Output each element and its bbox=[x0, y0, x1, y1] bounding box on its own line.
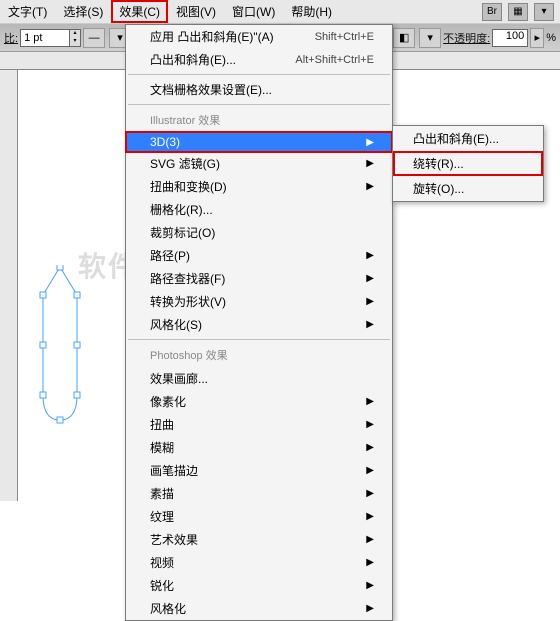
menu-item[interactable]: 3D(3) ▶ bbox=[126, 132, 392, 152]
menu-header-photoshop: Photoshop 效果 bbox=[126, 343, 392, 367]
style-icon[interactable]: ◧ bbox=[393, 28, 415, 48]
menu-item-shortcut: Alt+Shift+Ctrl+E bbox=[295, 54, 374, 66]
menu-text[interactable]: 文字(T) bbox=[0, 0, 55, 23]
bridge-icon[interactable]: Br bbox=[482, 3, 502, 21]
submenu-arrow-icon: ▶ bbox=[366, 442, 374, 453]
menu-item[interactable]: 路径(P) ▶ bbox=[126, 244, 392, 267]
menu-item[interactable]: SVG 滤镜(G) ▶ bbox=[126, 152, 392, 175]
menu-separator bbox=[128, 104, 390, 105]
submenu-3d: 凸出和斜角(E)...绕转(R)...旋转(O)... bbox=[392, 125, 544, 202]
menu-item-label: 风格化(S) bbox=[150, 316, 202, 333]
stroke-input[interactable]: 1 pt bbox=[20, 29, 70, 47]
menu-item-label: 纹理 bbox=[150, 508, 174, 525]
submenu-arrow-icon: ▶ bbox=[366, 603, 374, 614]
menu-item[interactable]: 艺术效果 ▶ bbox=[126, 528, 392, 551]
menu-select[interactable]: 选择(S) bbox=[55, 0, 111, 23]
submenu-arrow-icon: ▶ bbox=[366, 396, 374, 407]
submenu-item[interactable]: 旋转(O)... bbox=[393, 176, 543, 201]
layout-icon[interactable]: ▦ bbox=[508, 3, 528, 21]
menu-item[interactable]: 素描 ▶ bbox=[126, 482, 392, 505]
menu-apply-last[interactable]: 应用 凸出和斜角(E)"(A) Shift+Ctrl+E bbox=[126, 25, 392, 48]
submenu-arrow-icon: ▶ bbox=[366, 419, 374, 430]
menu-item-label: 效果画廊... bbox=[150, 370, 208, 387]
menu-item-label: 画笔描边 bbox=[150, 462, 198, 479]
menu-header-illustrator: Illustrator 效果 bbox=[126, 108, 392, 132]
submenu-arrow-icon: ▶ bbox=[366, 250, 374, 261]
menu-item[interactable]: 像素化 ▶ bbox=[126, 390, 392, 413]
submenu-arrow-icon: ▶ bbox=[366, 488, 374, 499]
ruler-vertical bbox=[0, 70, 18, 501]
submenu-arrow-icon: ▶ bbox=[366, 580, 374, 591]
stroke-label: 比: bbox=[4, 30, 18, 46]
menu-window[interactable]: 窗口(W) bbox=[224, 0, 283, 23]
submenu-arrow-icon: ▶ bbox=[366, 319, 374, 330]
menu-item-label: 模糊 bbox=[150, 439, 174, 456]
menu-item-label: 凸出和斜角(E)... bbox=[150, 51, 236, 68]
menu-item-label: 扭曲和变换(D) bbox=[150, 178, 227, 195]
menu-last-effect[interactable]: 凸出和斜角(E)... Alt+Shift+Ctrl+E bbox=[126, 48, 392, 71]
menu-item-label: 锐化 bbox=[150, 577, 174, 594]
submenu-arrow-icon: ▶ bbox=[366, 465, 374, 476]
menu-item[interactable]: 裁剪标记(O) bbox=[126, 221, 392, 244]
menu-item-label: 艺术效果 bbox=[150, 531, 198, 548]
menu-item-label: 裁剪标记(O) bbox=[150, 224, 215, 241]
menu-item[interactable]: 纹理 ▶ bbox=[126, 505, 392, 528]
menu-doc-raster[interactable]: 文档栅格效果设置(E)... bbox=[126, 78, 392, 101]
stroke-stepper[interactable]: ▴▾ bbox=[69, 29, 81, 47]
menu-item-label: 路径(P) bbox=[150, 247, 190, 264]
menu-separator bbox=[128, 74, 390, 75]
menu-item-label: 素描 bbox=[150, 485, 174, 502]
menu-effect[interactable]: 效果(C) bbox=[111, 0, 168, 23]
menu-item[interactable]: 栅格化(R)... bbox=[126, 198, 392, 221]
menu-item[interactable]: 效果画廊... bbox=[126, 367, 392, 390]
menu-item[interactable]: 扭曲和变换(D) ▶ bbox=[126, 175, 392, 198]
brush-icon[interactable]: — bbox=[83, 28, 105, 48]
chevron-down-icon[interactable]: ▾ bbox=[534, 3, 554, 21]
opacity-dropdown[interactable]: ▸ bbox=[530, 28, 544, 48]
menu-item-label: 文档栅格效果设置(E)... bbox=[150, 81, 272, 98]
menu-item[interactable]: 视频 ▶ bbox=[126, 551, 392, 574]
menu-item-label: SVG 滤镜(G) bbox=[150, 155, 220, 172]
opacity-input[interactable]: 100 bbox=[492, 29, 528, 47]
effect-menu: 应用 凸出和斜角(E)"(A) Shift+Ctrl+E 凸出和斜角(E)...… bbox=[125, 24, 393, 621]
submenu-item[interactable]: 凸出和斜角(E)... bbox=[393, 126, 543, 151]
submenu-arrow-icon: ▶ bbox=[366, 273, 374, 284]
menu-item[interactable]: 画笔描边 ▶ bbox=[126, 459, 392, 482]
menu-item-label: 栅格化(R)... bbox=[150, 201, 213, 218]
submenu-arrow-icon: ▶ bbox=[366, 511, 374, 522]
menu-item[interactable]: 风格化(S) ▶ bbox=[126, 313, 392, 336]
submenu-arrow-icon: ▶ bbox=[366, 181, 374, 192]
menu-item-label: 视频 bbox=[150, 554, 174, 571]
menu-item-label: 像素化 bbox=[150, 393, 186, 410]
menu-item[interactable]: 转换为形状(V) ▶ bbox=[126, 290, 392, 313]
selected-shape[interactable] bbox=[33, 265, 87, 425]
menu-item-label: 应用 凸出和斜角(E)"(A) bbox=[150, 28, 274, 45]
opacity-unit: % bbox=[546, 32, 556, 44]
menu-separator bbox=[128, 339, 390, 340]
menu-item[interactable]: 扭曲 ▶ bbox=[126, 413, 392, 436]
submenu-arrow-icon: ▶ bbox=[366, 158, 374, 169]
submenu-arrow-icon: ▶ bbox=[366, 137, 374, 148]
menu-item[interactable]: 风格化 ▶ bbox=[126, 597, 392, 620]
menubar-right: Br ▦ ▾ bbox=[482, 3, 560, 21]
menu-view[interactable]: 视图(V) bbox=[168, 0, 224, 23]
menu-item[interactable]: 锐化 ▶ bbox=[126, 574, 392, 597]
submenu-arrow-icon: ▶ bbox=[366, 296, 374, 307]
menu-item-label: 3D(3) bbox=[150, 135, 180, 149]
submenu-arrow-icon: ▶ bbox=[366, 557, 374, 568]
opacity-label: 不透明度: bbox=[443, 30, 490, 46]
submenu-arrow-icon: ▶ bbox=[366, 534, 374, 545]
menu-help[interactable]: 帮助(H) bbox=[283, 0, 340, 23]
menu-item-label: 扭曲 bbox=[150, 416, 174, 433]
menu-item-label: 风格化 bbox=[150, 600, 186, 617]
menu-item[interactable]: 模糊 ▶ bbox=[126, 436, 392, 459]
menu-item[interactable]: 路径查找器(F) ▶ bbox=[126, 267, 392, 290]
style-dropdown[interactable]: ▾ bbox=[419, 28, 441, 48]
menu-item-label: 转换为形状(V) bbox=[150, 293, 226, 310]
menu-item-shortcut: Shift+Ctrl+E bbox=[315, 31, 374, 43]
submenu-item[interactable]: 绕转(R)... bbox=[393, 151, 543, 176]
menu-item-label: 路径查找器(F) bbox=[150, 270, 225, 287]
menubar: 文字(T) 选择(S) 效果(C) 视图(V) 窗口(W) 帮助(H) Br ▦… bbox=[0, 0, 560, 24]
